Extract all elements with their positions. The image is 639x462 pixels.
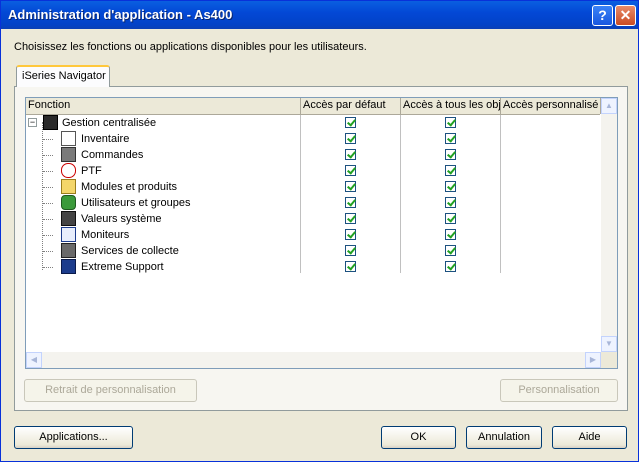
tree-branch-line: [43, 155, 53, 156]
table-row[interactable]: Moniteurs: [26, 227, 600, 243]
all-objects-access-checkbox[interactable]: [445, 245, 456, 256]
table-row[interactable]: Modules et produits: [26, 179, 600, 195]
tree-branch-line: [43, 235, 53, 236]
dialog-window: Administration d'application - As400 ? ✕…: [0, 0, 639, 462]
function-label: Commandes: [81, 149, 144, 161]
users-icon: [61, 195, 76, 210]
tree-branch-line: [43, 219, 53, 220]
function-table: Fonction Accès par défaut Accès à tous l…: [25, 97, 618, 369]
table-row[interactable]: Utilisateurs et groupes: [26, 195, 600, 211]
help-title-button[interactable]: ?: [592, 5, 613, 26]
default-access-checkbox[interactable]: [345, 245, 356, 256]
ptf-icon: [61, 163, 76, 178]
all-objects-access-checkbox[interactable]: [445, 165, 456, 176]
collection-services-icon: [61, 243, 76, 258]
ok-button[interactable]: OK: [381, 426, 456, 449]
default-access-checkbox[interactable]: [345, 133, 356, 144]
scroll-down-arrow[interactable]: ▼: [601, 336, 617, 352]
close-button[interactable]: ✕: [615, 5, 636, 26]
function-label: Modules et produits: [81, 181, 177, 193]
window-title: Administration d'application - As400: [8, 7, 233, 22]
monitor-icon: [61, 227, 76, 242]
all-objects-access-checkbox[interactable]: [445, 261, 456, 272]
default-access-checkbox[interactable]: [345, 181, 356, 192]
function-label: Gestion centralisée: [62, 117, 157, 129]
title-bar[interactable]: Administration d'application - As400 ? ✕: [1, 1, 638, 29]
table-header: Fonction Accès par défaut Accès à tous l…: [26, 98, 601, 115]
all-objects-access-checkbox[interactable]: [445, 117, 456, 128]
tree-branch-line: [43, 187, 53, 188]
help-button[interactable]: Aide: [552, 426, 627, 449]
column-header-function[interactable]: Fonction: [26, 98, 301, 114]
horizontal-scrollbar[interactable]: ◀ ▶: [26, 352, 601, 368]
default-access-checkbox[interactable]: [345, 149, 356, 160]
tab-iseries-navigator[interactable]: iSeries Navigator: [16, 65, 110, 87]
default-access-checkbox[interactable]: [345, 117, 356, 128]
scroll-right-arrow[interactable]: ▶: [585, 352, 601, 368]
scroll-left-arrow[interactable]: ◀: [26, 352, 42, 368]
tree-branch-line: [43, 171, 53, 172]
folder-icon: [61, 179, 76, 194]
column-header-default-access[interactable]: Accès par défaut: [301, 98, 401, 114]
all-objects-access-checkbox[interactable]: [445, 229, 456, 240]
system-values-icon: [61, 211, 76, 226]
all-objects-access-checkbox[interactable]: [445, 149, 456, 160]
default-access-checkbox[interactable]: [345, 197, 356, 208]
cancel-button[interactable]: Annulation: [466, 426, 542, 449]
customize-button[interactable]: Personnalisation: [500, 379, 618, 402]
table-row[interactable]: Valeurs système: [26, 211, 600, 227]
tree-branch-line: [43, 139, 53, 140]
table-row[interactable]: Services de collecte: [26, 243, 600, 259]
default-access-checkbox[interactable]: [345, 213, 356, 224]
tree-root-row[interactable]: − Gestion centralisée: [26, 115, 600, 131]
table-row[interactable]: Commandes: [26, 147, 600, 163]
table-row[interactable]: Extreme Support: [26, 259, 600, 275]
all-objects-access-checkbox[interactable]: [445, 213, 456, 224]
remove-customization-button[interactable]: Retrait de personnalisation: [24, 379, 197, 402]
tab-label: iSeries Navigator: [22, 70, 106, 82]
tree-branch-line: [43, 267, 53, 268]
root-icon: [43, 115, 58, 130]
all-objects-access-checkbox[interactable]: [445, 181, 456, 192]
commands-icon: [61, 147, 76, 162]
function-label: Extreme Support: [81, 261, 164, 273]
description-text: Choisissez les fonctions ou applications…: [14, 41, 367, 53]
applications-button[interactable]: Applications...: [14, 426, 133, 449]
default-access-checkbox[interactable]: [345, 229, 356, 240]
tab-panel: Fonction Accès par défaut Accès à tous l…: [14, 86, 628, 411]
function-label: Services de collecte: [81, 245, 179, 257]
column-header-custom-access[interactable]: Accès personnalisé: [501, 98, 601, 114]
table-row[interactable]: PTF: [26, 163, 600, 179]
default-access-checkbox[interactable]: [345, 261, 356, 272]
scroll-up-arrow[interactable]: ▲: [601, 98, 617, 114]
all-objects-access-checkbox[interactable]: [445, 197, 456, 208]
tree-collapse-toggle[interactable]: −: [28, 118, 37, 127]
function-label: Inventaire: [81, 133, 130, 145]
function-label: Utilisateurs et groupes: [81, 197, 191, 209]
function-label: Moniteurs: [81, 229, 130, 241]
function-label: Valeurs système: [81, 213, 162, 225]
all-objects-access-checkbox[interactable]: [445, 133, 456, 144]
scroll-corner: [601, 352, 617, 368]
table-row[interactable]: Inventaire: [26, 131, 600, 147]
tree-branch-line: [43, 203, 53, 204]
inventory-icon: [61, 131, 76, 146]
vertical-scrollbar[interactable]: ▲ ▼: [601, 98, 617, 352]
column-header-all-objects-access[interactable]: Accès à tous les obj: [401, 98, 501, 114]
tree-branch-line: [43, 251, 53, 252]
extreme-support-icon: [61, 259, 76, 274]
function-label: PTF: [81, 165, 102, 177]
default-access-checkbox[interactable]: [345, 165, 356, 176]
